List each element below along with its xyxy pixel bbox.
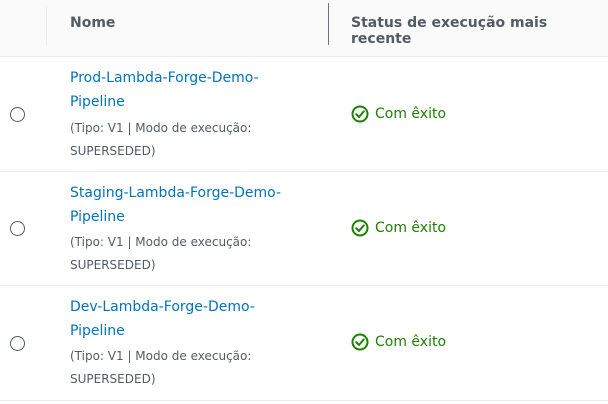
table-header: Nome Status de execução mais recente xyxy=(0,0,608,57)
row-select-radio[interactable] xyxy=(10,336,25,351)
pipeline-meta: (Tipo: V1 | Modo de execução: SUPERSEDED… xyxy=(70,235,252,272)
check-circle-icon xyxy=(351,333,369,351)
pipeline-meta: (Tipo: V1 | Modo de execução: SUPERSEDED… xyxy=(70,121,252,158)
execution-status: Com êxito xyxy=(351,333,446,351)
row-select-radio[interactable] xyxy=(10,107,25,122)
pipeline-name-link[interactable]: Dev-Lambda-Forge-Demo-Pipeline xyxy=(70,295,300,343)
pipelines-table: Nome Status de execução mais recente Pro… xyxy=(0,0,608,404)
status-text: Com êxito xyxy=(375,220,447,236)
status-text: Com êxito xyxy=(375,334,447,350)
check-circle-icon xyxy=(351,219,369,237)
column-header-name[interactable]: Nome xyxy=(70,15,115,31)
table-row: Dev-Lambda-Forge-Demo-Pipeline (Tipo: V1… xyxy=(0,286,608,401)
column-header-status[interactable]: Status de execução mais recente xyxy=(351,15,608,47)
column-resize-handle[interactable] xyxy=(328,3,329,45)
pipeline-meta: (Tipo: V1 | Modo de execução: SUPERSEDED… xyxy=(70,349,252,386)
table-row: Prod-Lambda-Forge-Demo-Pipeline (Tipo: V… xyxy=(0,57,608,172)
row-select-radio[interactable] xyxy=(10,221,25,236)
execution-status: Com êxito xyxy=(351,219,446,237)
status-text: Com êxito xyxy=(375,106,447,122)
check-circle-icon xyxy=(351,105,369,123)
pipeline-name-link[interactable]: Staging-Lambda-Forge-Demo-Pipeline xyxy=(70,181,300,229)
column-divider xyxy=(46,7,47,46)
execution-status: Com êxito xyxy=(351,105,446,123)
table-row: Staging-Lambda-Forge-Demo-Pipeline (Tipo… xyxy=(0,171,608,286)
pipeline-name-link[interactable]: Prod-Lambda-Forge-Demo-Pipeline xyxy=(70,66,300,114)
